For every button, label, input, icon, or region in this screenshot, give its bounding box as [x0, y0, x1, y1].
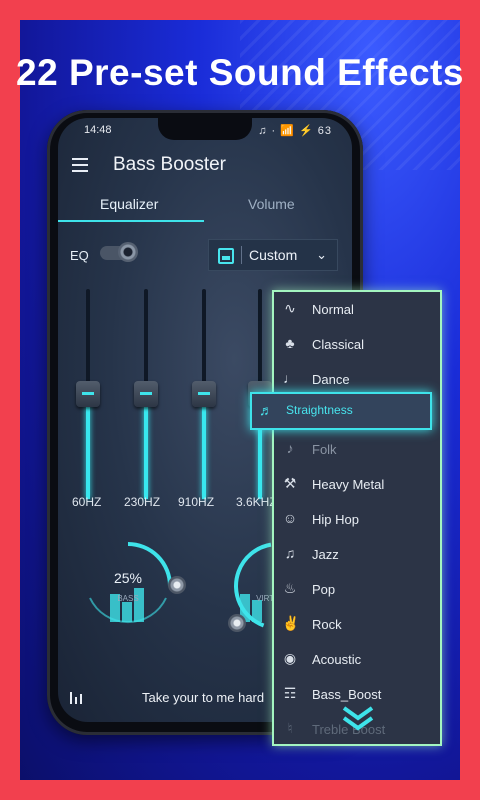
slider-thumb[interactable] [192, 381, 216, 407]
tab-bar: Equalizer Volume [58, 192, 352, 222]
preset-label: Dance [312, 372, 350, 387]
tab-equalizer[interactable]: Equalizer [100, 196, 158, 212]
chevron-double-down-icon[interactable] [340, 704, 376, 734]
slider-fill [86, 394, 90, 499]
slider-thumb[interactable] [134, 381, 158, 407]
hamburger-menu-icon[interactable] [72, 158, 88, 176]
preset-item-folk[interactable]: ♪ Folk [274, 434, 440, 466]
preset-item-straightness-highlighted[interactable]: ♬ Straightness [250, 392, 432, 430]
preset-label: Pop [312, 582, 336, 597]
equalizer-bars-icon [70, 692, 84, 704]
eq-toggle[interactable] [100, 242, 138, 262]
preset-item-pop[interactable]: ♨ Pop [274, 574, 440, 606]
preset-menu: ∿ Normal ♣ Classical ♩ Dance ♪ Folk ⚒ Heavy Metal… [272, 290, 442, 746]
slider-fill [202, 394, 206, 499]
normal-wave-icon: ∿ [284, 300, 296, 316]
preset-label: Folk [312, 442, 337, 457]
bass-label: BASS [117, 594, 139, 603]
band-label: 910HZ [178, 495, 215, 509]
virtualizer-dial-handle[interactable] [228, 614, 246, 632]
preset-item-normal[interactable]: ∿ Normal [274, 294, 440, 326]
straightness-icon: ♬ [259, 402, 273, 418]
promo-headline: 22 Pre-set Sound Effects [16, 52, 464, 93]
preset-label: Rock [312, 617, 342, 632]
status-bar: 14:48 ♫ · 📶 ⚡ 63 [58, 118, 352, 142]
app-bar: Bass Booster [58, 146, 352, 186]
rock-hand-icon: ✌ [282, 615, 300, 631]
flame-icon: ♨ [283, 580, 297, 596]
bass-clef-icon: ☶ [283, 685, 297, 701]
band-label: 230HZ [124, 495, 161, 509]
preset-dropdown[interactable]: Custom ⌄ [208, 239, 338, 271]
preset-label: Classical [312, 337, 365, 352]
guitar-icon: ♪ [286, 440, 294, 456]
status-icons: ♫ · 📶 ⚡ 63 [258, 125, 332, 137]
preset-label: Hip Hop [312, 512, 359, 527]
preset-item-classical[interactable]: ♣ Classical [274, 329, 440, 361]
bass-value: 25% [113, 570, 143, 586]
app-title: Bass Booster [113, 154, 226, 175]
speaker-icon: ◉ [283, 650, 297, 666]
harp-icon: ♣ [285, 335, 295, 351]
preset-label: Bass_Boost [312, 687, 382, 702]
slider-fill [144, 394, 148, 499]
preset-label: Acoustic [312, 652, 362, 667]
chevron-down-icon: ⌄ [316, 247, 327, 262]
bass-dial-handle[interactable] [168, 576, 186, 594]
preset-selected-value: Custom [249, 247, 298, 263]
toggle-knob [118, 242, 138, 262]
bass-dial[interactable]: 25% BASS [80, 538, 186, 638]
eq-slider-910hz[interactable] [192, 289, 216, 499]
status-time: 14:48 [84, 124, 112, 136]
preset-item-acoustic[interactable]: ◉ Acoustic [274, 644, 440, 676]
band-label: 60HZ [72, 495, 102, 509]
eq-label: EQ [70, 248, 89, 263]
eq-slider-230hz[interactable] [134, 289, 158, 499]
tab-volume[interactable]: Volume [248, 196, 295, 212]
preset-item-rock[interactable]: ✌ Rock [274, 609, 440, 641]
preset-item-hip-hop[interactable]: ☺ Hip Hop [274, 504, 440, 536]
save-icon[interactable] [218, 248, 234, 264]
face-icon: ☺ [282, 510, 298, 526]
now-playing-title: Take your to me hard [142, 690, 265, 705]
band-label: 3.6KHZ [236, 495, 277, 509]
preset-label: Heavy Metal [312, 477, 385, 492]
preset-label: Normal [312, 302, 354, 317]
eq-slider-60hz[interactable] [76, 289, 100, 499]
eq-controls: EQ Custom ⌄ [58, 238, 352, 272]
electric-guitar-icon: ⚒ [283, 475, 297, 491]
slider-thumb[interactable] [76, 381, 100, 407]
preset-label: Jazz [312, 547, 339, 562]
saxophone-icon: ♫ [284, 545, 296, 561]
dance-icon: ♩ [283, 370, 297, 386]
preset-label-straightness: Straightness [286, 403, 353, 417]
preset-item-heavy-metal[interactable]: ⚒ Heavy Metal [274, 469, 440, 501]
divider [241, 246, 242, 264]
active-tab-indicator [58, 220, 204, 222]
preset-item-jazz[interactable]: ♫ Jazz [274, 539, 440, 571]
bass-dial-graphic [84, 542, 172, 630]
treble-icon: ♮ [287, 720, 293, 736]
